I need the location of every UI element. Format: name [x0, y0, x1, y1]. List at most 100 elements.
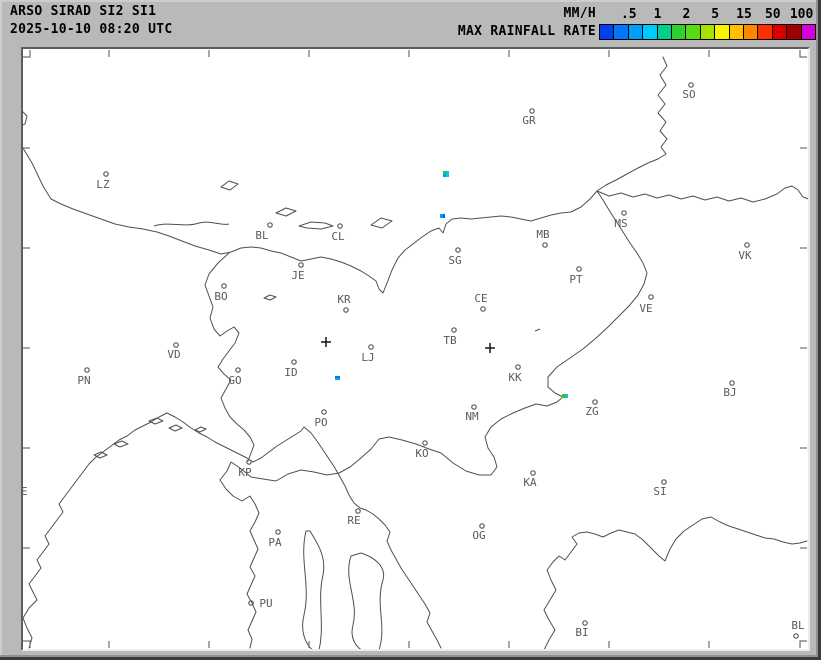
- city-dot: [593, 400, 597, 404]
- blob-nw: [23, 111, 27, 127]
- islet-1: [149, 418, 163, 424]
- coastline-west: [23, 413, 304, 648]
- city-dot: [730, 381, 734, 385]
- city-marker: GR: [522, 109, 536, 127]
- country-borders: [23, 57, 808, 649]
- corner-mark-tr: [800, 50, 807, 57]
- scale-tick-label: 5: [711, 7, 719, 22]
- border-at-hu: [597, 57, 667, 191]
- city-marker: MS: [614, 211, 627, 230]
- city-dot: [299, 263, 303, 267]
- city-dot: [689, 83, 693, 87]
- ridge-2: [221, 181, 238, 190]
- city-dot: [516, 365, 520, 369]
- city-marker: VD: [167, 343, 180, 361]
- city-marker: VK: [738, 243, 752, 262]
- scale-tick-labels: .51251550100: [0, 7, 821, 23]
- city-label: GO: [228, 374, 241, 387]
- city-dot: [472, 405, 476, 409]
- city-dot: [530, 109, 534, 113]
- city-label: PU: [259, 597, 272, 610]
- colorbar-box: [743, 24, 758, 40]
- city-label: VD: [167, 348, 180, 361]
- radar-timestamp: 2025-10-10 08:20 UTC: [10, 23, 173, 37]
- city-dot: [247, 460, 251, 464]
- city-marker: JE: [291, 263, 304, 282]
- city-dot: [322, 410, 326, 414]
- city-dot: [745, 243, 749, 247]
- city-marker: BL: [791, 619, 805, 638]
- colorbar-box: [786, 24, 801, 40]
- city-label: PT: [569, 273, 583, 286]
- city-marker: PO: [314, 410, 327, 429]
- city-marker: KK: [508, 365, 522, 384]
- city-label: KP: [238, 466, 252, 479]
- city-marker: KR: [337, 293, 351, 312]
- city-marker: NM: [465, 405, 479, 423]
- city-dot: [104, 172, 108, 176]
- city-marker: LJ: [361, 345, 374, 364]
- colorbar-box: [685, 24, 700, 40]
- islet-2: [169, 425, 182, 431]
- city-dot: [276, 530, 280, 534]
- city-label: BJ: [723, 386, 736, 399]
- rain-cell: [446, 171, 449, 174]
- rain-cell: [562, 394, 566, 398]
- city-label: VE: [639, 302, 652, 315]
- city-marker: KO: [415, 441, 428, 460]
- rain-cell: [440, 214, 443, 218]
- city-marker: CL: [331, 224, 345, 243]
- city-dot: [423, 441, 427, 445]
- city-dot: [543, 243, 547, 247]
- dash-2: [264, 295, 276, 300]
- lake-2: [299, 222, 333, 229]
- city-label: LJ: [361, 351, 374, 364]
- city-label: BL: [255, 229, 269, 242]
- scale-tick-label: 50: [765, 7, 781, 22]
- lake-1: [276, 208, 296, 216]
- rain-cell: [443, 174, 446, 177]
- city-marker: MB: [536, 228, 550, 247]
- city-marker: BL: [255, 223, 272, 242]
- rain-cell: [443, 214, 445, 218]
- city-dot: [456, 248, 460, 252]
- city-dot: [268, 223, 272, 227]
- radar-window: ARSO SIRAD SI2 SI1 2025-10-10 08:20 UTC …: [0, 0, 821, 660]
- colorbar-box: [599, 24, 614, 40]
- city-label: PO: [314, 416, 327, 429]
- grid-ticks: [23, 50, 807, 648]
- border-ita-slo: [205, 253, 254, 461]
- city-dot: [481, 307, 485, 311]
- colorbar-box: [714, 24, 729, 40]
- city-label: BE: [23, 485, 28, 498]
- city-label: TB: [443, 334, 457, 347]
- scale-tick-label: 1: [654, 7, 662, 22]
- city-dot: [480, 524, 484, 528]
- city-marker: CE: [474, 292, 487, 311]
- city-marker: KP: [238, 460, 252, 479]
- city-dot: [577, 267, 581, 271]
- city-marker: SI: [653, 480, 666, 498]
- colorbar-box: [613, 24, 628, 40]
- city-marker: LZ: [96, 172, 110, 191]
- colorbar-box: [700, 24, 715, 40]
- rainfall-colorbar: [600, 24, 816, 40]
- city-label: LZ: [96, 178, 110, 191]
- map-panel: LZGRSOBLCLMSMBVKSGJEPTBOKRCEVETBLJIDGOVD…: [21, 47, 810, 651]
- city-marker: PA: [268, 530, 282, 549]
- city-label: VK: [738, 249, 752, 262]
- corner-mark-tl: [23, 50, 30, 57]
- scale-tick-label: 100: [790, 7, 813, 22]
- city-dot: [174, 343, 178, 347]
- border-slo-hr: [220, 191, 647, 481]
- city-label: SG: [448, 254, 461, 267]
- city-dot: [531, 471, 535, 475]
- city-dot: [338, 224, 342, 228]
- city-marker: OG: [472, 524, 485, 542]
- scale-tick-label: 2: [682, 7, 690, 22]
- city-label: SO: [682, 88, 695, 101]
- city-dot: [583, 621, 587, 625]
- city-label: RE: [347, 514, 360, 527]
- city-label: NM: [465, 410, 479, 423]
- city-dot: [292, 360, 296, 364]
